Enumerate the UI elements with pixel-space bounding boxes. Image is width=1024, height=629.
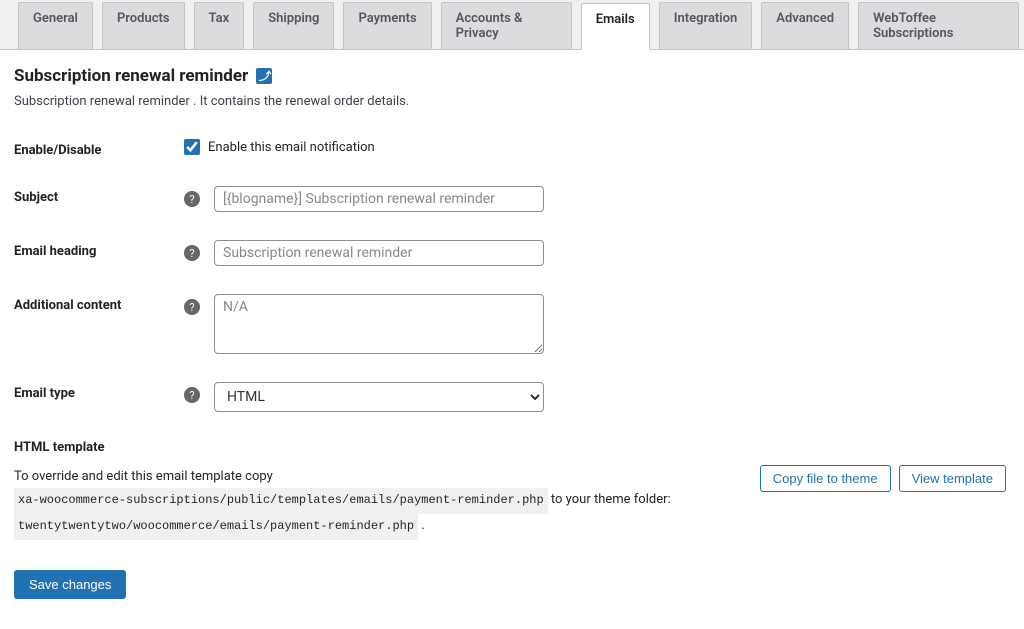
copy-file-button[interactable]: Copy file to theme [760,465,891,492]
content-panel: Subscription renewal reminder ⤴ Subscrip… [0,50,1024,629]
additional-label: Additional content [14,294,184,313]
tab-accounts[interactable]: Accounts & Privacy [441,2,572,49]
tab-emails[interactable]: Emails [581,3,650,50]
emailtype-select[interactable]: HTML [214,382,544,412]
tab-integration[interactable]: Integration [659,2,753,49]
page-title: Subscription renewal reminder ⤴ [14,66,1006,86]
template-text-before: To override and edit this email template… [14,469,273,484]
page-title-text: Subscription renewal reminder [14,66,248,86]
subject-input[interactable] [214,186,544,212]
additional-textarea[interactable] [214,294,544,354]
tab-shipping[interactable]: Shipping [253,2,334,49]
template-section: HTML template To override and edit this … [14,440,1006,540]
enable-checkbox-label: Enable this email notification [208,140,375,155]
template-text-after: . [421,518,424,533]
view-template-button[interactable]: View template [899,465,1006,492]
help-icon[interactable]: ? [184,245,200,261]
heading-input[interactable] [214,240,544,266]
heading-row: Email heading ? [14,240,1006,266]
additional-row: Additional content ? [14,294,1006,354]
template-source-path: xa-woocommerce-subscriptions/public/temp… [14,488,548,514]
tab-products[interactable]: Products [102,2,185,49]
template-text-middle: to your theme folder: [551,492,671,507]
enable-control: Enable this email notification [184,139,375,155]
template-dest-path: twentytwentytwo/woocommerce/emails/payme… [14,514,418,540]
tab-webtoffee[interactable]: WebToffee Subscriptions [858,2,1019,49]
back-icon[interactable]: ⤴ [256,68,272,84]
settings-tabs: General Products Tax Shipping Payments A… [0,0,1024,50]
subject-label: Subject [14,186,184,205]
tab-advanced[interactable]: Advanced [761,2,849,49]
emailtype-row: Email type ? HTML [14,382,1006,412]
emailtype-label: Email type [14,382,184,401]
template-heading: HTML template [14,440,1006,455]
tab-tax[interactable]: Tax [194,2,245,49]
enable-label: Enable/Disable [14,139,184,158]
tab-general[interactable]: General [18,2,93,49]
enable-checkbox[interactable] [184,139,200,155]
page-description: Subscription renewal reminder . It conta… [14,94,1006,109]
heading-label: Email heading [14,240,184,259]
help-icon[interactable]: ? [184,191,200,207]
save-button[interactable]: Save changes [14,570,126,599]
template-text: To override and edit this email template… [14,465,740,540]
template-row: To override and edit this email template… [14,465,1006,540]
tab-payments[interactable]: Payments [343,2,431,49]
subject-row: Subject ? [14,186,1006,212]
help-icon[interactable]: ? [184,299,200,315]
template-buttons: Copy file to theme View template [760,465,1006,492]
enable-row: Enable/Disable Enable this email notific… [14,139,1006,158]
help-icon[interactable]: ? [184,387,200,403]
